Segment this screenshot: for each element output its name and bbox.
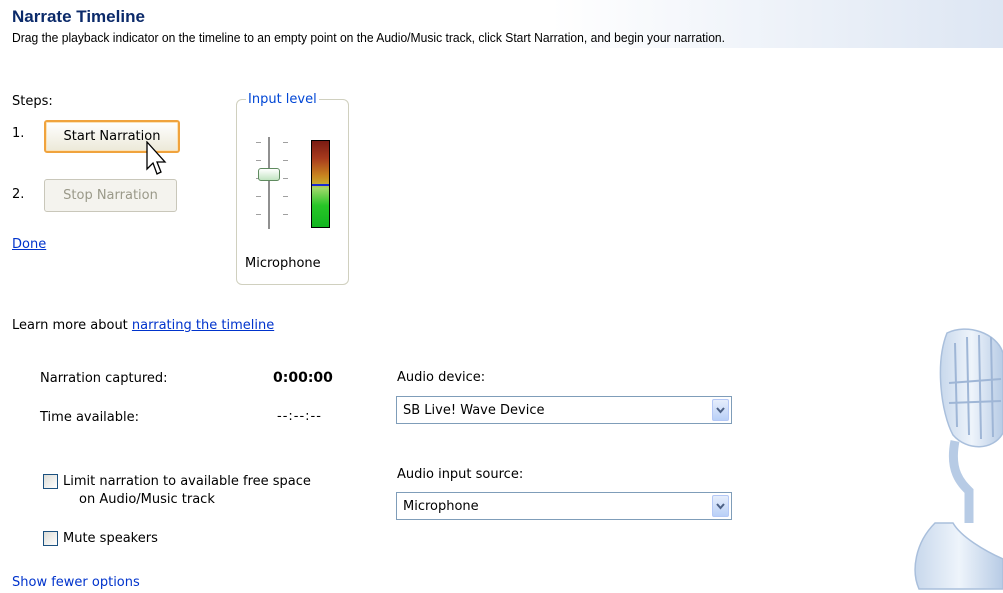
chevron-down-icon[interactable] xyxy=(712,495,729,517)
limit-narration-checkbox[interactable] xyxy=(43,474,58,489)
audio-device-label: Audio device: xyxy=(397,370,486,385)
limit-narration-label-line2: on Audio/Music track xyxy=(79,492,215,507)
steps-label: Steps: xyxy=(12,94,53,109)
audio-device-select[interactable]: SB Live! Wave Device xyxy=(396,396,732,424)
narration-captured-label: Narration captured: xyxy=(40,371,168,386)
slider-tick xyxy=(256,160,261,161)
show-fewer-options-link[interactable]: Show fewer options xyxy=(12,575,140,590)
slider-tick xyxy=(256,214,261,215)
input-level-legend: Input level xyxy=(246,92,319,107)
slider-tick xyxy=(283,178,288,179)
stop-narration-label: Stop Narration xyxy=(63,188,158,203)
time-available-value: --:--:-- xyxy=(277,409,322,424)
narration-captured-value: 0:00:00 xyxy=(273,370,333,386)
slider-tick xyxy=(256,142,261,143)
mute-speakers-checkbox[interactable] xyxy=(43,531,58,546)
input-level-slider-thumb[interactable] xyxy=(258,168,280,181)
step-2-number: 2. xyxy=(12,187,25,202)
instructions-text: Drag the playback indicator on the timel… xyxy=(12,30,726,45)
learn-more-text: Learn more about narrating the timeline xyxy=(12,318,274,333)
time-available-label: Time available: xyxy=(40,410,140,425)
arrow-cursor-icon xyxy=(146,141,167,175)
stop-narration-button[interactable]: Stop Narration xyxy=(44,179,177,212)
audio-device-value: SB Live! Wave Device xyxy=(403,402,545,418)
step-1-number: 1. xyxy=(12,126,25,141)
input-level-slider-track[interactable] xyxy=(268,137,270,229)
slider-tick xyxy=(256,196,261,197)
page-title: Narrate Timeline xyxy=(12,7,145,26)
chevron-down-icon[interactable] xyxy=(712,399,729,421)
meter-level-indicator xyxy=(312,184,329,186)
narrating-timeline-link[interactable]: narrating the timeline xyxy=(132,318,274,333)
learn-more-prefix: Learn more about xyxy=(12,318,128,333)
audio-input-source-select[interactable]: Microphone xyxy=(396,492,732,520)
input-level-meter xyxy=(311,140,330,228)
audio-input-source-label: Audio input source: xyxy=(397,467,524,482)
audio-input-source-value: Microphone xyxy=(403,498,479,514)
slider-tick xyxy=(283,142,288,143)
limit-narration-label: Limit narration to available free space … xyxy=(63,473,311,509)
done-link[interactable]: Done xyxy=(12,237,46,252)
microphone-icon xyxy=(914,328,1003,590)
input-source-caption: Microphone xyxy=(245,256,321,271)
mute-speakers-label: Mute speakers xyxy=(63,531,158,546)
slider-tick xyxy=(283,214,288,215)
limit-narration-label-line1: Limit narration to available free space xyxy=(63,474,311,489)
slider-tick xyxy=(283,160,288,161)
slider-tick xyxy=(283,196,288,197)
